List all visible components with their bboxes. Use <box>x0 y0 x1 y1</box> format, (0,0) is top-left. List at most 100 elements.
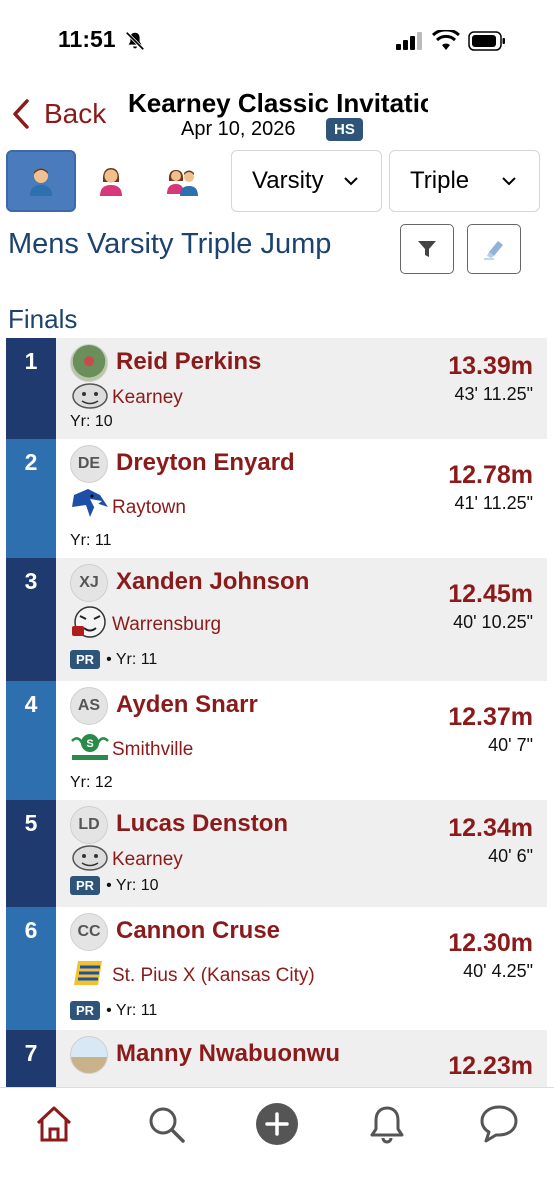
athlete-year: Yr: 11 <box>70 532 112 549</box>
team-name[interactable]: Smithville <box>112 739 193 761</box>
year-line: PR • Yr: 11 <box>70 1001 157 1020</box>
svg-text:S: S <box>86 738 93 750</box>
athlete-name[interactable]: Reid Perkins <box>116 348 261 376</box>
pr-badge: PR <box>70 876 101 895</box>
status-bar: 11:51 <box>0 0 554 80</box>
pr-badge: PR <box>70 650 101 669</box>
notifications-icon[interactable] <box>365 1102 409 1146</box>
home-icon[interactable] <box>32 1102 76 1146</box>
athlete-avatar: LD <box>70 806 108 844</box>
back-label: Back <box>44 98 107 129</box>
athlete-name[interactable]: Manny Nwabuonwu <box>116 1040 340 1068</box>
back-button[interactable]: Back <box>10 98 106 130</box>
year-line: Yr: 10 <box>70 413 113 431</box>
year-line: Yr: 11 <box>70 532 112 550</box>
add-icon[interactable] <box>255 1102 299 1146</box>
event-title: Mens Varsity Triple Jump <box>8 228 332 260</box>
metric-mark: 13.39m <box>448 352 533 380</box>
result-row[interactable]: 2 DE Dreyton Enyard Raytown Yr: 11 12.78… <box>6 439 547 558</box>
male-icon <box>30 168 52 196</box>
mixed-filter-button[interactable] <box>148 150 218 212</box>
athlete-photo <box>70 344 108 382</box>
athlete-photo <box>70 1036 108 1074</box>
highlight-button[interactable] <box>467 224 521 274</box>
athlete-name[interactable]: Lucas Denston <box>116 810 288 838</box>
place-number: 2 <box>6 439 56 558</box>
event-label: Triple <box>410 167 470 194</box>
tiger-logo-icon <box>72 606 106 638</box>
result-row[interactable]: 5 LD Lucas Denston Kearney PR • Yr: 10 1… <box>6 800 547 907</box>
place-number: 7 <box>6 1030 56 1087</box>
athlete-avatar: XJ <box>70 564 108 602</box>
result-row[interactable]: 6 CC Cannon Cruse St. Pius X (Kansas Cit… <box>6 907 547 1030</box>
team-name[interactable]: Kearney <box>112 387 183 409</box>
status-time: 11:51 <box>58 26 116 52</box>
result-row[interactable]: 3 XJ Xanden Johnson Warrensburg PR • Yr:… <box>6 558 547 681</box>
chevron-down-icon <box>502 177 516 186</box>
imperial-mark: 40' 6" <box>488 846 533 866</box>
section-label: Finals <box>8 304 78 334</box>
search-icon[interactable] <box>144 1102 188 1146</box>
place-number: 5 <box>6 800 56 907</box>
imperial-mark: 40' 10.25" <box>453 612 533 632</box>
metric-mark: 12.23m <box>448 1052 533 1080</box>
metric-mark: 12.30m <box>448 929 533 957</box>
athlete-avatar: DE <box>70 445 108 483</box>
team-name[interactable]: Kearney <box>112 849 183 871</box>
chevron-left-icon <box>13 99 29 129</box>
male-filter-button[interactable] <box>6 150 76 212</box>
athlete-year: Yr: 10 <box>70 413 113 430</box>
athlete-year: • Yr: 10 <box>106 876 159 894</box>
female-icon <box>100 168 122 196</box>
bulldog-logo-icon <box>72 383 108 409</box>
smithville-logo-icon: S <box>71 734 109 760</box>
st-pius-logo-icon <box>74 961 102 985</box>
result-row[interactable]: 4 AS Ayden Snarr S Smithville Yr: 12 12.… <box>6 681 547 800</box>
place-number: 1 <box>6 338 56 439</box>
bulldog-logo-icon <box>72 845 108 871</box>
division-label: Varsity <box>252 167 324 194</box>
athlete-year: • Yr: 11 <box>106 1001 158 1019</box>
imperial-mark: 40' 4.25" <box>463 961 533 981</box>
metric-mark: 12.34m <box>448 814 533 842</box>
level-badge: HS <box>326 118 363 141</box>
battery-icon <box>468 31 505 51</box>
filter-button[interactable] <box>400 224 454 274</box>
highlighter-icon <box>484 241 503 260</box>
messages-icon[interactable] <box>477 1102 521 1146</box>
filter-icon <box>418 241 436 257</box>
nav-header: Back Kearney Classic Invitational Apr 10… <box>0 80 554 142</box>
athlete-avatar: CC <box>70 913 108 951</box>
pr-badge: PR <box>70 1001 101 1020</box>
team-name[interactable]: St. Pius X (Kansas City) <box>112 965 315 987</box>
chevron-down-icon <box>344 177 358 186</box>
athlete-name[interactable]: Xanden Johnson <box>116 568 309 596</box>
place-number: 3 <box>6 558 56 681</box>
event-dropdown[interactable]: Triple <box>389 150 540 212</box>
result-row[interactable]: 1 Reid Perkins Kearney Yr: 10 13.39m 43'… <box>6 338 547 439</box>
team-name[interactable]: Raytown <box>112 497 186 519</box>
filter-row: Varsity Triple <box>0 150 554 214</box>
signal-icon <box>396 32 422 50</box>
place-number: 6 <box>6 907 56 1030</box>
year-line: PR • Yr: 10 <box>70 876 159 895</box>
team-name[interactable]: Warrensburg <box>112 614 221 636</box>
meet-date: Apr 10, 2026 <box>181 118 296 140</box>
mixed-icon <box>167 170 198 196</box>
year-line: PR • Yr: 11 <box>70 650 157 669</box>
metric-mark: 12.45m <box>448 580 533 608</box>
meet-title: Kearney Classic Invitational <box>128 88 428 118</box>
wifi-icon <box>432 30 460 50</box>
athlete-name[interactable]: Ayden Snarr <box>116 691 258 719</box>
result-row[interactable]: 7 Manny Nwabuonwu 12.23m <box>6 1030 547 1087</box>
place-number: 4 <box>6 681 56 800</box>
bluejay-logo-icon <box>72 489 108 517</box>
athlete-name[interactable]: Cannon Cruse <box>116 917 280 945</box>
division-dropdown[interactable]: Varsity <box>231 150 382 212</box>
athlete-avatar: AS <box>70 687 108 725</box>
metric-mark: 12.37m <box>448 703 533 731</box>
bell-off-icon <box>125 31 145 51</box>
female-filter-button[interactable] <box>76 150 146 212</box>
imperial-mark: 43' 11.25" <box>454 384 533 404</box>
athlete-name[interactable]: Dreyton Enyard <box>116 449 295 477</box>
